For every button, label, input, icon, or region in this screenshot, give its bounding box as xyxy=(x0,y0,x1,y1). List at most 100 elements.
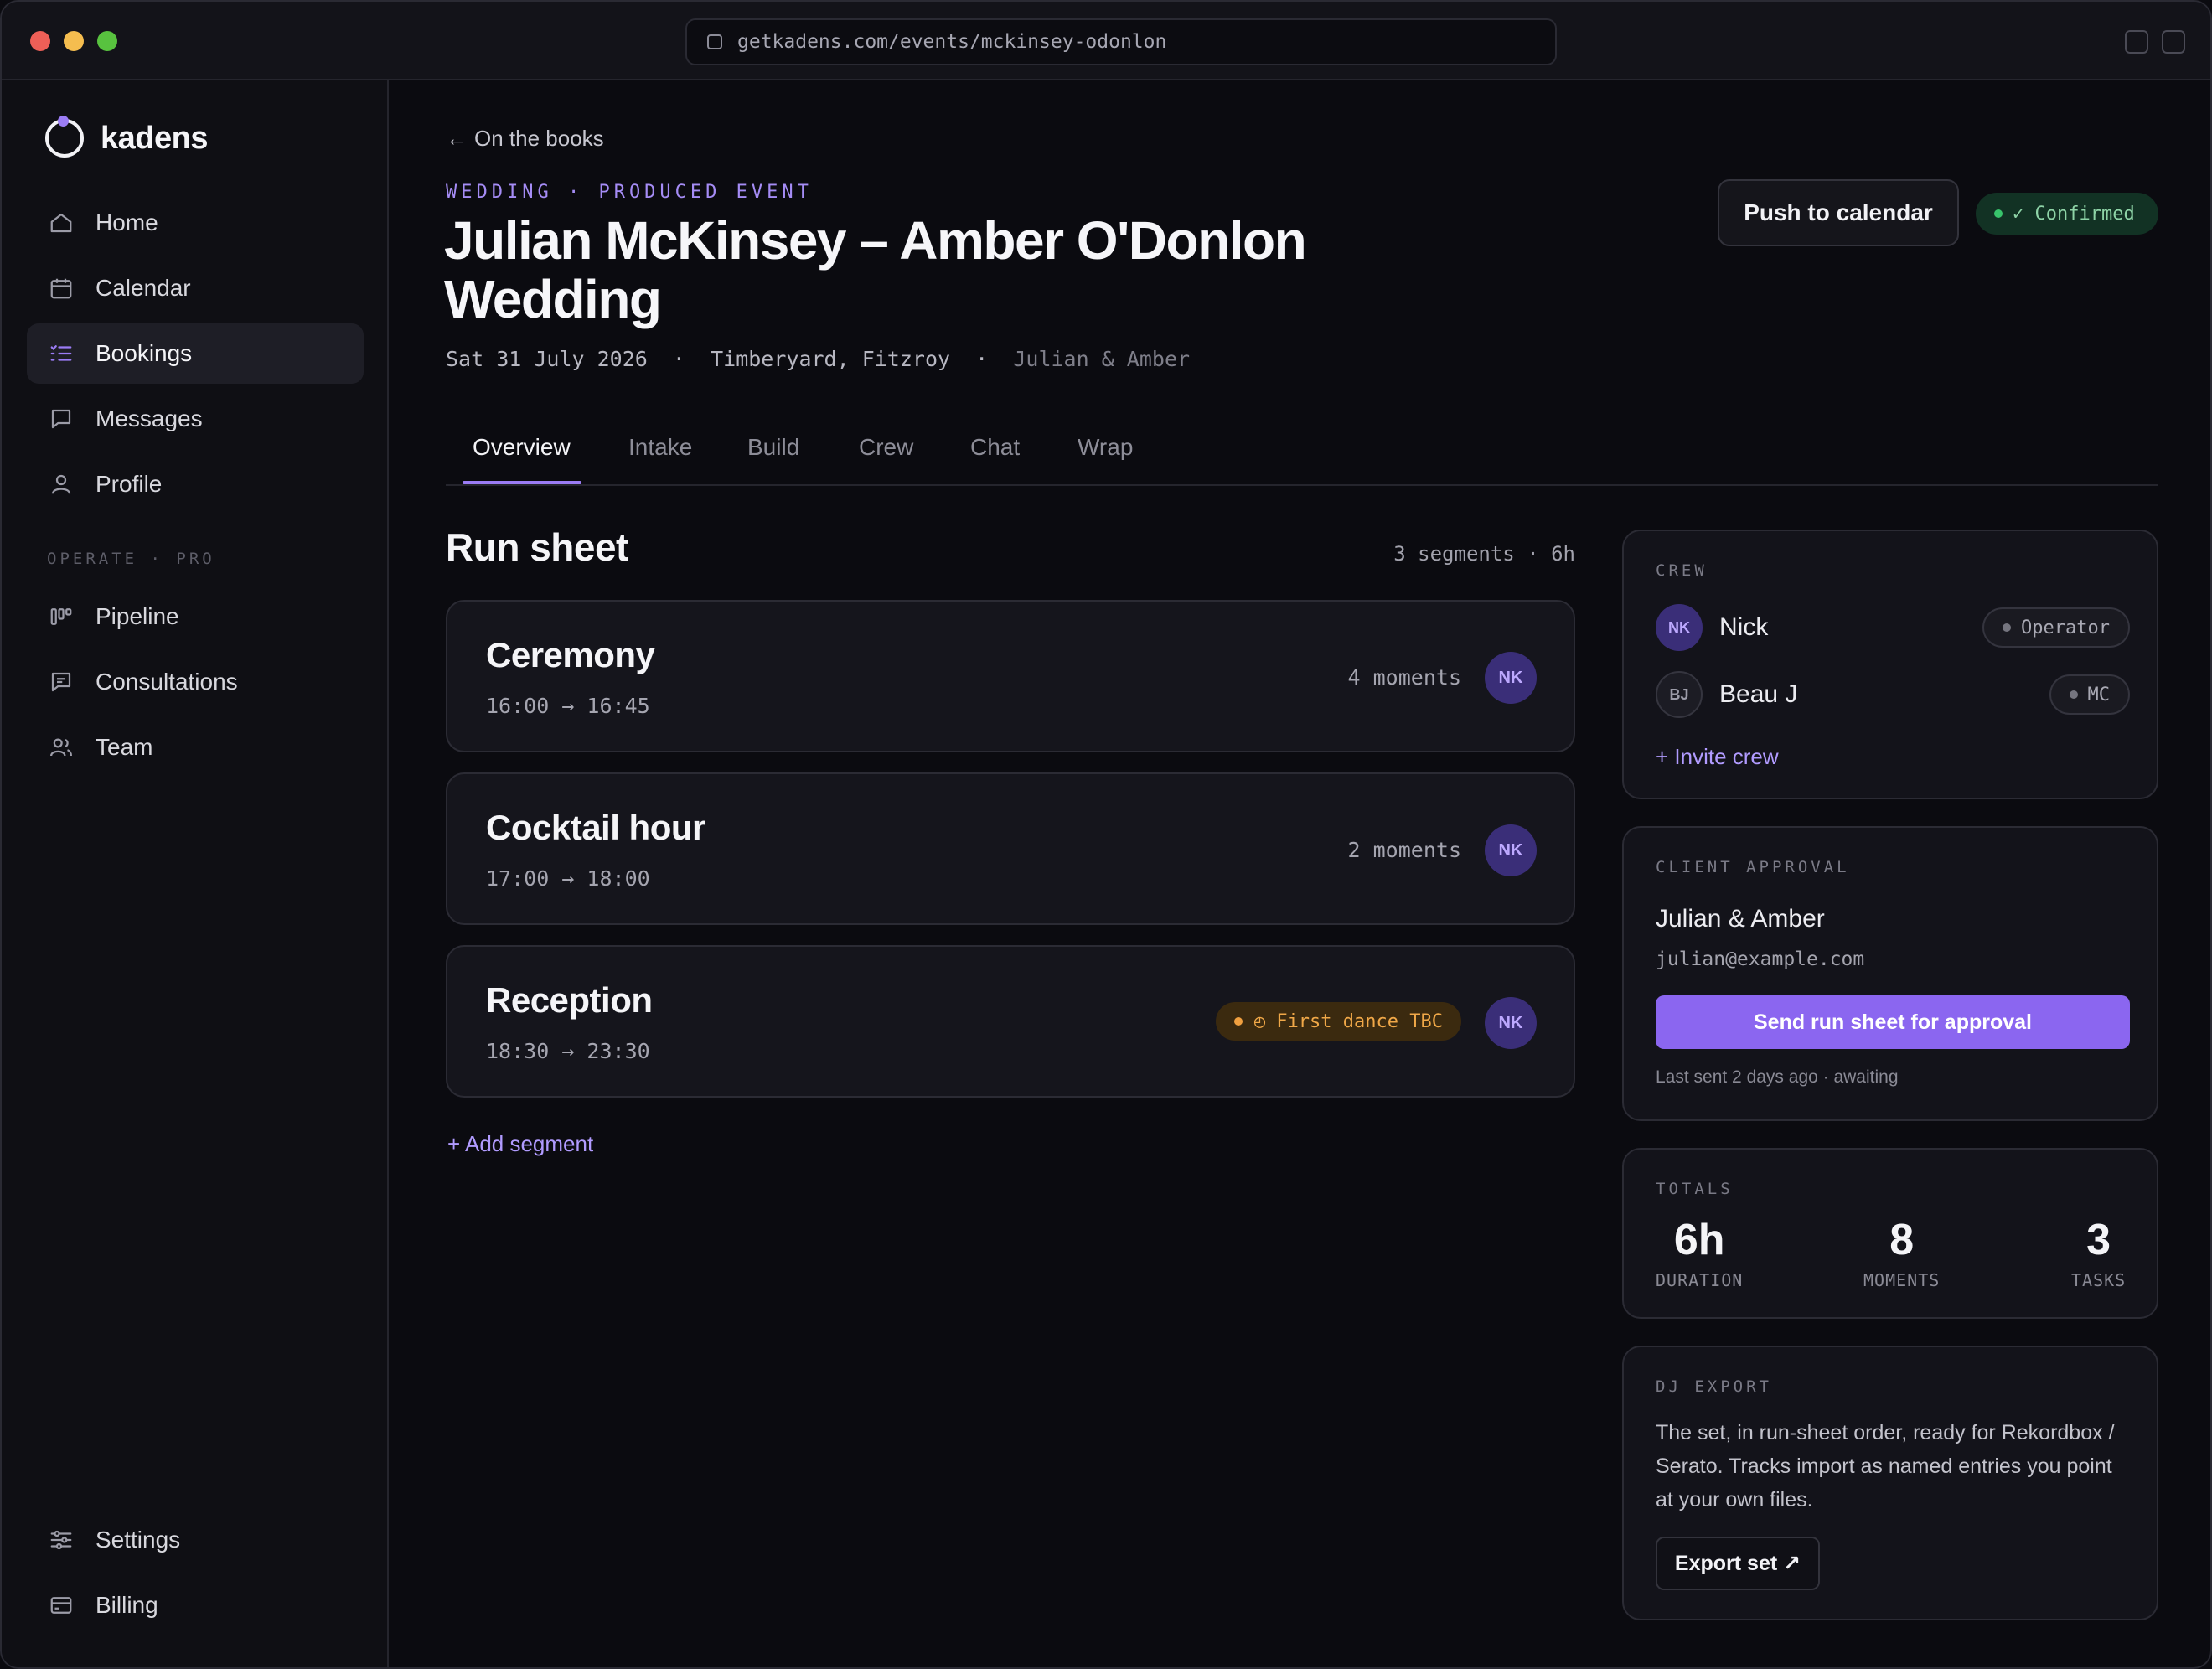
event-client: Julian & Amber xyxy=(1013,347,1191,371)
avatar: NK xyxy=(1656,604,1703,651)
sidebar-item-label: Billing xyxy=(96,1592,158,1618)
tab-build[interactable]: Build xyxy=(747,434,799,461)
tab-chat[interactable]: Chat xyxy=(970,434,1020,461)
role-label: MC xyxy=(2087,684,2111,705)
warning-dot-icon xyxy=(1233,1017,1243,1026)
segment-card-ceremony[interactable]: Ceremony 16:00 → 16:45 4 moments NK xyxy=(446,600,1575,752)
sidebar-item-calendar[interactable]: Calendar xyxy=(27,258,364,318)
arrow-left-icon: ← xyxy=(446,126,468,151)
close-window-button[interactable] xyxy=(30,31,50,51)
panel-label: CREW xyxy=(1656,561,1708,580)
sidebar-item-label: Messages xyxy=(96,406,203,431)
sidebar-item-settings[interactable]: Settings xyxy=(27,1510,364,1570)
page-title: Julian McKinsey – Amber O'Donlon Wedding xyxy=(444,210,1307,329)
tabs-overview-icon[interactable] xyxy=(2162,30,2185,54)
segment-card-reception[interactable]: Reception 18:30 → 23:30 ◴ First dance TB… xyxy=(446,945,1575,1098)
sidebar-item-label: Profile xyxy=(96,471,163,497)
segment-moments: 4 moments xyxy=(1347,665,1461,690)
tab-overview[interactable]: Overview xyxy=(473,434,571,461)
role-pill[interactable]: MC xyxy=(2049,674,2130,715)
sidebar-item-pipeline[interactable]: Pipeline xyxy=(27,586,364,647)
stat-label: MOMENTS xyxy=(1863,1270,1941,1290)
segment-name: Cocktail hour xyxy=(486,808,705,847)
crew-row-beau[interactable]: BJ Beau J MC xyxy=(1656,669,2130,721)
role-dot-icon xyxy=(2069,690,2078,699)
flag-label: ◴ First dance TBC xyxy=(1253,1010,1443,1032)
address-bar[interactable]: getkadens.com/events/mckinsey-odonlon xyxy=(685,18,1557,65)
status-dot-icon xyxy=(1994,209,2003,218)
sidebar-item-label: Home xyxy=(96,209,158,235)
back-link[interactable]: ← On the books xyxy=(446,126,604,152)
app-window: getkadens.com/events/mckinsey-odonlon ka… xyxy=(0,0,2212,1669)
sidebar-item-bookings[interactable]: Bookings xyxy=(27,323,364,384)
stat-value: 8 xyxy=(1889,1216,1915,1264)
role-pill[interactable]: Operator xyxy=(1982,607,2130,648)
crew-row-nick[interactable]: NK Nick Operator xyxy=(1656,602,2130,654)
maximize-window-button[interactable] xyxy=(97,31,117,51)
sidebar-item-label: Settings xyxy=(96,1527,181,1553)
tab-wrap[interactable]: Wrap xyxy=(1078,434,1133,461)
client-email: julian@example.com xyxy=(1656,948,1865,970)
list-icon xyxy=(49,341,74,366)
minimize-window-button[interactable] xyxy=(64,31,84,51)
panel-label: DJ EXPORT xyxy=(1656,1377,1772,1396)
sidebar-item-messages[interactable]: Messages xyxy=(27,389,364,449)
sidebar-item-label: Team xyxy=(96,734,153,760)
segment-name: Ceremony xyxy=(486,635,655,674)
tab-crew[interactable]: Crew xyxy=(859,434,913,461)
avatar: NK xyxy=(1485,652,1537,704)
calendar-icon xyxy=(49,276,74,301)
event-date: Sat 31 July 2026 xyxy=(446,347,648,371)
sidebar: kadens Home Calendar Bookings Messages P… xyxy=(2,80,389,1667)
sidebar-item-label: Pipeline xyxy=(96,603,179,629)
sidebar-item-profile[interactable]: Profile xyxy=(27,454,364,514)
sidebar-toggle-icon[interactable] xyxy=(2125,30,2148,54)
browser-titlebar: getkadens.com/events/mckinsey-odonlon xyxy=(2,2,2210,80)
sidebar-item-consultations[interactable]: Consultations xyxy=(27,652,364,712)
push-to-calendar-button[interactable]: Push to calendar xyxy=(1718,179,1959,246)
chat-bubble-icon xyxy=(49,669,74,695)
add-segment-button[interactable]: + Add segment xyxy=(447,1131,593,1157)
event-venue: Timberyard, Fitzroy xyxy=(711,347,951,371)
sidebar-item-team[interactable]: Team xyxy=(27,717,364,778)
run-sheet-title: Run sheet xyxy=(446,525,628,569)
crew-panel: CREW NK Nick Operator BJ Beau J MC + Inv… xyxy=(1622,530,2158,799)
send-for-approval-button[interactable]: Send run sheet for approval xyxy=(1656,995,2130,1049)
dj-export-panel: DJ EXPORT The set, in run-sheet order, r… xyxy=(1622,1346,2158,1620)
stat-label: DURATION xyxy=(1656,1270,1744,1290)
sidebar-item-home[interactable]: Home xyxy=(27,193,364,253)
stat-tasks: 3 TASKS xyxy=(2071,1215,2126,1290)
stat-value: 6h xyxy=(1673,1216,1725,1264)
client-name: Julian & Amber xyxy=(1656,905,1825,933)
run-sheet-summary: 3 segments · 6h xyxy=(1393,542,1575,566)
avatar: NK xyxy=(1485,997,1537,1049)
stat-duration: 6h DURATION xyxy=(1656,1215,1743,1290)
segment-card-cocktail-hour[interactable]: Cocktail hour 17:00 → 18:00 2 moments NK xyxy=(446,772,1575,925)
tab-intake[interactable]: Intake xyxy=(628,434,692,461)
kadens-logo-icon xyxy=(45,116,84,158)
team-icon xyxy=(49,735,74,760)
message-icon xyxy=(49,406,74,431)
segment-time: 18:30 → 23:30 xyxy=(486,1039,650,1063)
kanban-icon xyxy=(49,604,74,629)
invite-crew-button[interactable]: + Invite crew xyxy=(1656,744,1779,770)
export-set-button[interactable]: Export set ↗ xyxy=(1656,1537,1820,1590)
event-type-eyebrow: WEDDING · PRODUCED EVENT xyxy=(446,182,813,203)
crew-name: Beau J xyxy=(1719,680,1798,708)
status-label: ✓ Confirmed xyxy=(2013,203,2135,225)
sidebar-item-label: Bookings xyxy=(96,340,193,366)
avatar: BJ xyxy=(1656,671,1703,718)
event-tabs: Overview Intake Build Crew Chat Wrap xyxy=(446,421,2158,486)
last-sent-status: Last sent 2 days ago · awaiting xyxy=(1656,1067,1899,1087)
brand-name: kadens xyxy=(101,120,208,156)
dj-export-description: The set, in run-sheet order, ready for R… xyxy=(1656,1421,2115,1511)
segment-time: 17:00 → 18:00 xyxy=(486,866,650,891)
sidebar-item-billing[interactable]: Billing xyxy=(27,1575,364,1635)
card-icon xyxy=(49,1593,74,1618)
client-approval-panel: CLIENT APPROVAL Julian & Amber julian@ex… xyxy=(1622,826,2158,1121)
section-label-operate-pro: OPERATE · PRO xyxy=(47,550,215,568)
segment-time: 16:00 → 16:45 xyxy=(486,694,650,718)
brand-logo[interactable]: kadens xyxy=(45,116,208,158)
status-badge: ✓ Confirmed xyxy=(1976,193,2158,235)
site-info-icon[interactable] xyxy=(707,34,722,49)
